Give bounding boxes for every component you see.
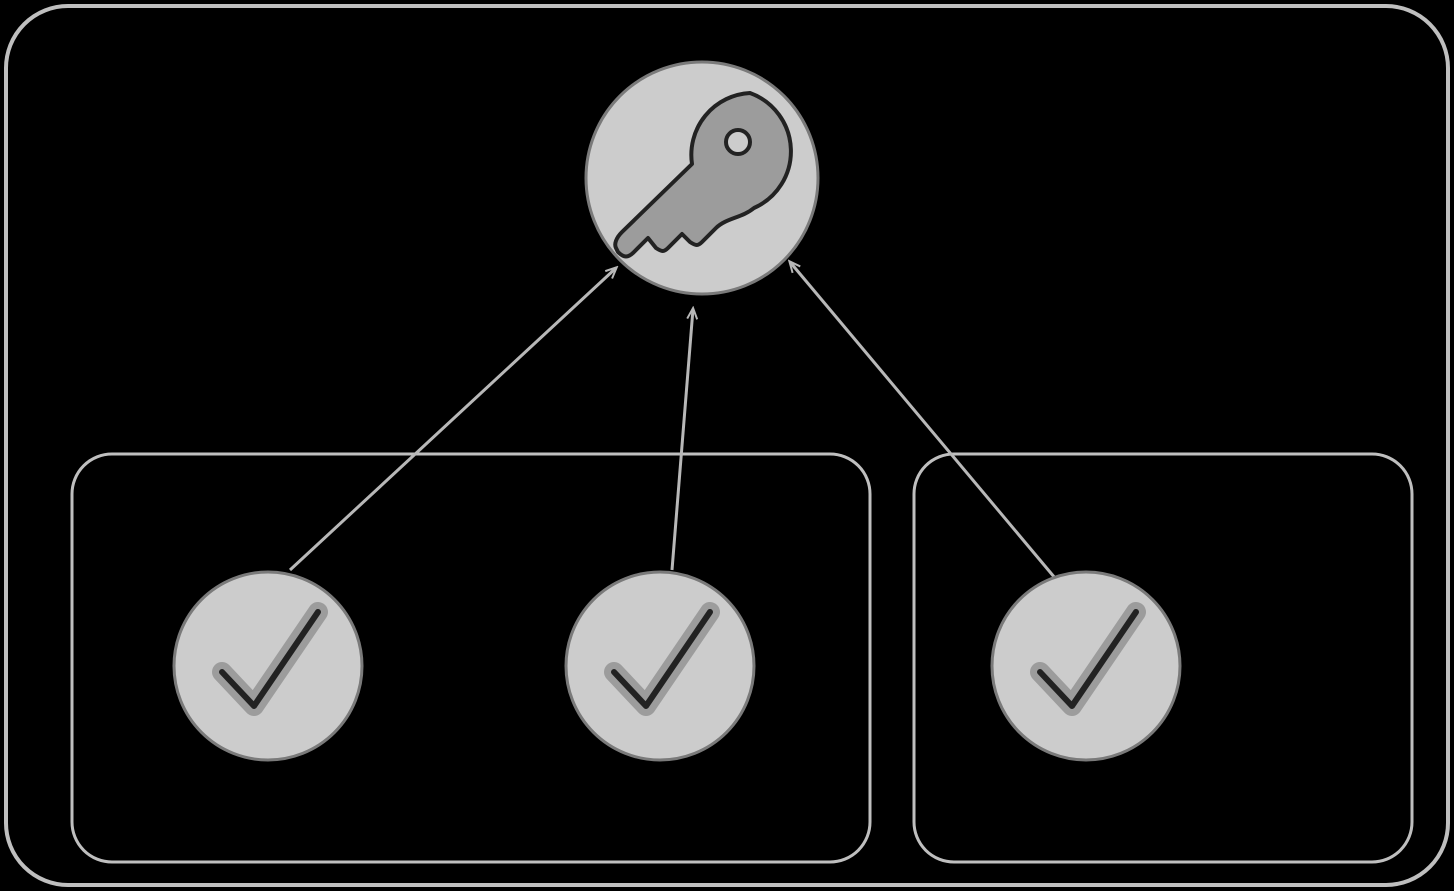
check-node-1: [174, 572, 362, 760]
check-node-2: [566, 572, 754, 760]
diagram-canvas: [0, 0, 1454, 891]
check-node-3: [992, 572, 1180, 760]
